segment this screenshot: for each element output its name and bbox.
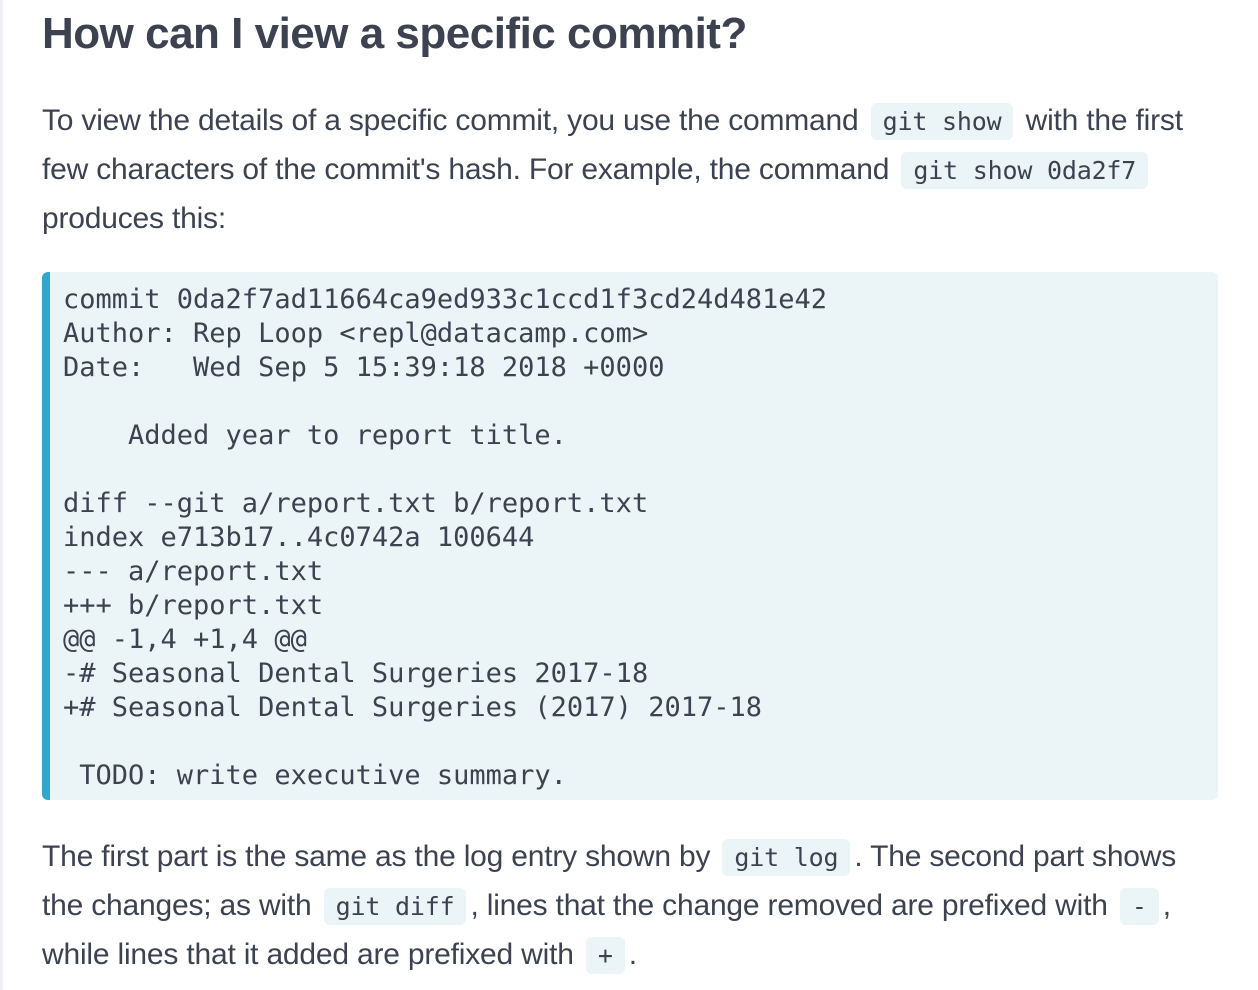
code-line: Author: Rep Loop <repl@datacamp.com> (63, 318, 649, 349)
outro-text-5: . (628, 938, 637, 971)
intro-paragraph: To view the details of a specific commit… (42, 97, 1212, 243)
code-line: +# Seasonal Dental Surgeries (2017) 2017… (63, 692, 762, 723)
explanation-paragraph: The first part is the same as the log en… (42, 833, 1212, 980)
code-line: index e713b17..4c0742a 100644 (63, 522, 535, 553)
code-block-content: commit 0da2f7ad11664ca9ed933c1ccd1f3cd24… (63, 283, 1218, 793)
outro-text-1: The first part is the same as the log en… (42, 840, 719, 873)
page-left-rule (0, 0, 3, 990)
inline-code-git-show-hash: git show 0da2f7 (901, 152, 1149, 189)
inline-code-git-log: git log (722, 839, 851, 876)
code-line: +++ b/report.txt (63, 590, 324, 621)
code-line: --- a/report.txt (63, 556, 324, 587)
code-line: Date: Wed Sep 5 15:39:18 2018 +0000 (63, 352, 665, 383)
inline-code-minus: - (1119, 888, 1159, 925)
code-line: -# Seasonal Dental Surgeries 2017-18 (63, 658, 649, 689)
code-line: diff --git a/report.txt b/report.txt (63, 488, 649, 519)
page-title: How can I view a specific commit? (42, 9, 747, 58)
intro-text-3: produces this: (42, 202, 226, 235)
code-line: @@ -1,4 +1,4 @@ (63, 624, 307, 655)
code-line: commit 0da2f7ad11664ca9ed933c1ccd1f3cd24… (63, 284, 828, 315)
code-block: commit 0da2f7ad11664ca9ed933c1ccd1f3cd24… (42, 272, 1218, 800)
inline-code-git-show: git show (870, 103, 1014, 140)
intro-text-1: To view the details of a specific commit… (42, 104, 867, 137)
code-line: TODO: write executive summary. (63, 760, 567, 791)
code-line: Added year to report title. (63, 420, 567, 451)
inline-code-plus: + (585, 937, 625, 974)
outro-text-3: , lines that the change removed are pref… (470, 889, 1116, 922)
inline-code-git-diff: git diff (323, 888, 467, 925)
